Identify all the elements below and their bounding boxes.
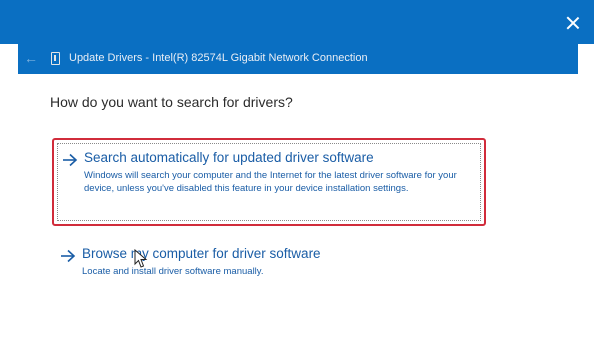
- update-drivers-dialog: ← Update Drivers - Intel(R) 82574L Gigab…: [0, 0, 594, 344]
- network-adapter-icon: [51, 52, 60, 65]
- dialog-content: How do you want to search for drivers? S…: [18, 74, 578, 344]
- window-title: Update Drivers - Intel(R) 82574L Gigabit…: [69, 52, 368, 64]
- browse-computer-option[interactable]: Browse my computer for driver software L…: [52, 242, 486, 288]
- arrow-right-icon: [63, 153, 78, 167]
- option-title: Browse my computer for driver software: [82, 246, 321, 261]
- title-bar: ← Update Drivers - Intel(R) 82574L Gigab…: [18, 44, 578, 74]
- mouse-pointer-icon: [134, 249, 148, 268]
- back-arrow-icon[interactable]: ←: [24, 51, 38, 65]
- search-automatically-option[interactable]: Search automatically for updated driver …: [52, 138, 486, 226]
- window-top-bar: [0, 0, 594, 44]
- arrow-right-icon: [61, 249, 76, 263]
- option-title: Search automatically for updated driver …: [84, 150, 374, 165]
- close-icon[interactable]: [566, 16, 580, 30]
- option-description: Windows will search your computer and th…: [84, 170, 457, 194]
- page-heading: How do you want to search for drivers?: [50, 94, 293, 110]
